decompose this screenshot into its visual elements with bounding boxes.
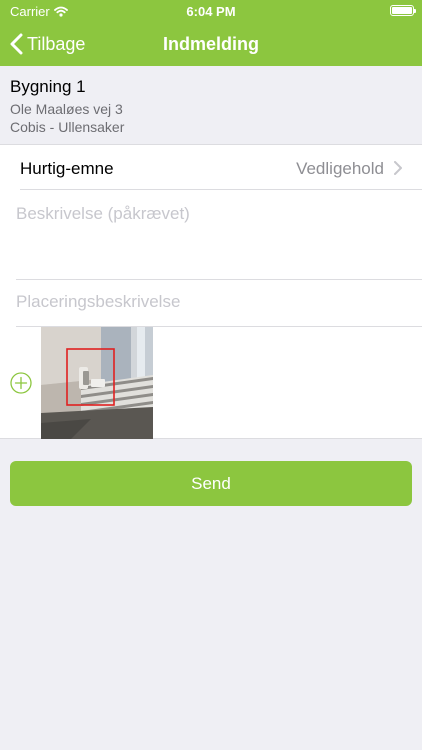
navigation-bar: Tilbage Indmelding — [0, 22, 422, 66]
status-time: 6:04 PM — [186, 4, 236, 19]
placement-input[interactable] — [16, 292, 406, 312]
header-bar: Carrier 6:04 PM Tilbage Indmelding — [0, 0, 422, 66]
report-form: Hurtig-emne Vedligehold — [0, 144, 422, 439]
description-field — [16, 190, 422, 280]
quick-topic-value: Vedligehold — [296, 159, 384, 178]
building-info: Bygning 1 Ole Maaløes vej 3 Cobis - Ulle… — [0, 66, 422, 144]
placement-field — [16, 280, 422, 327]
quick-topic-label: Hurtig-emne — [20, 159, 114, 178]
status-bar: Carrier 6:04 PM — [0, 0, 422, 22]
description-input[interactable] — [16, 204, 406, 224]
add-circle-icon[interactable] — [10, 372, 32, 394]
building-location: Cobis - Ullensaker — [10, 119, 125, 135]
battery-icon — [390, 5, 416, 16]
quick-topic-row[interactable]: Hurtig-emne Vedligehold — [20, 145, 422, 190]
building-name: Bygning 1 — [10, 77, 86, 96]
building-address: Ole Maaløes vej 3 — [10, 101, 123, 117]
send-button[interactable]: Send — [10, 461, 412, 506]
page-title: Indmelding — [163, 34, 259, 54]
radiator-photo — [41, 327, 153, 439]
photo-thumbnail[interactable] — [41, 327, 153, 439]
chevron-right-icon — [394, 161, 402, 175]
